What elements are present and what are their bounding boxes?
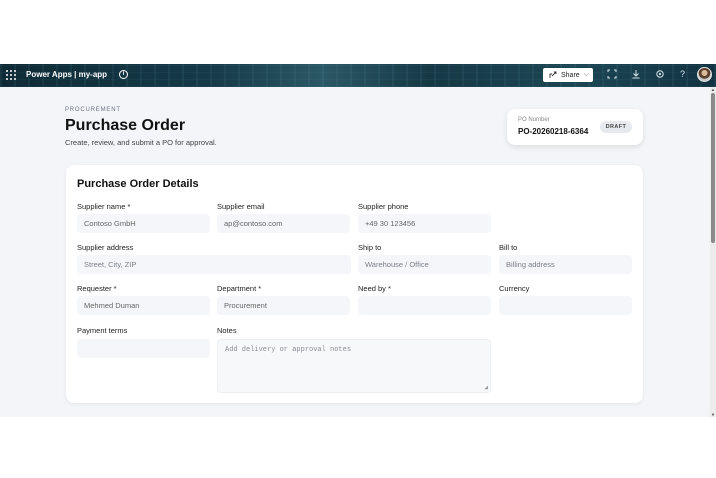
form-title: Purchase Order Details xyxy=(77,178,199,190)
notes-placeholder: Add delivery or approval notes xyxy=(225,346,352,354)
supplier-email-input[interactable]: ap@contoso.com xyxy=(217,214,350,233)
download-icon[interactable] xyxy=(630,69,641,80)
supplier-email-label: Supplier email xyxy=(217,202,265,211)
payment-terms-label: Payment terms xyxy=(77,326,128,335)
waffle-icon[interactable] xyxy=(6,70,16,80)
supplier-address-input[interactable]: Street, City, ZIP xyxy=(77,255,351,274)
supplier-name-input[interactable]: Contoso GmbH xyxy=(77,214,210,233)
currency-label: Currency xyxy=(499,284,530,293)
ship-to-label: Ship to xyxy=(358,243,382,252)
page-title: Purchase Order xyxy=(65,117,186,134)
vertical-scrollbar[interactable]: ▲ ▼ xyxy=(710,87,716,417)
notes-label: Notes xyxy=(217,326,237,335)
currency-input[interactable] xyxy=(499,296,632,315)
page-subtitle: Create, review, and submit a PO for appr… xyxy=(65,138,217,147)
status-badge: DRAFT xyxy=(600,121,632,133)
requester-input[interactable]: Mehmed Duman xyxy=(77,296,210,315)
supplier-address-label: Supplier address xyxy=(77,243,134,252)
supplier-phone-label: Supplier phone xyxy=(358,202,409,211)
need-by-label: Need by * xyxy=(358,284,391,293)
resize-handle-icon[interactable]: ◢ xyxy=(484,384,488,391)
department-input[interactable]: Procurement xyxy=(217,296,350,315)
supplier-phone-input[interactable]: +49 30 123456 xyxy=(358,214,491,233)
scroll-up-icon[interactable]: ▲ xyxy=(710,87,716,92)
po-number-label: PO Number xyxy=(518,117,550,123)
page-bottom-area xyxy=(0,417,716,478)
po-details-card: Purchase Order Details Supplier name * C… xyxy=(66,165,643,403)
info-icon[interactable]: i xyxy=(119,70,128,79)
ship-to-input[interactable]: Warehouse / Office xyxy=(358,255,491,274)
notes-textarea[interactable]: Add delivery or approval notes ◢ xyxy=(217,339,491,393)
department-label: Department * xyxy=(217,284,262,293)
section-eyebrow: PROCUREMENT xyxy=(65,107,121,113)
share-button[interactable]: Share ⌵ xyxy=(543,68,593,82)
supplier-name-label: Supplier name * xyxy=(77,202,131,211)
chevron-down-icon: ⌵ xyxy=(583,71,589,78)
share-icon xyxy=(549,71,557,78)
fit-screen-icon[interactable] xyxy=(606,69,617,80)
need-by-input[interactable] xyxy=(358,296,491,315)
avatar[interactable] xyxy=(697,67,712,82)
requester-label: Requester * xyxy=(77,284,117,293)
app-canvas: PROCUREMENT Purchase Order Create, revie… xyxy=(0,87,710,417)
share-label: Share xyxy=(561,71,580,79)
bill-to-input[interactable]: Billing address xyxy=(499,255,632,274)
bill-to-label: Bill to xyxy=(499,243,518,252)
app-title: Power Apps | my-app xyxy=(26,70,108,79)
po-number-card: PO Number PO-20260218-6364 DRAFT xyxy=(507,109,643,145)
payment-terms-input[interactable] xyxy=(77,339,210,358)
po-number-value: PO-20260218-6364 xyxy=(518,127,589,136)
settings-icon[interactable] xyxy=(654,69,665,80)
help-icon[interactable]: ? xyxy=(677,69,688,80)
scrollbar-thumb[interactable] xyxy=(711,93,715,243)
